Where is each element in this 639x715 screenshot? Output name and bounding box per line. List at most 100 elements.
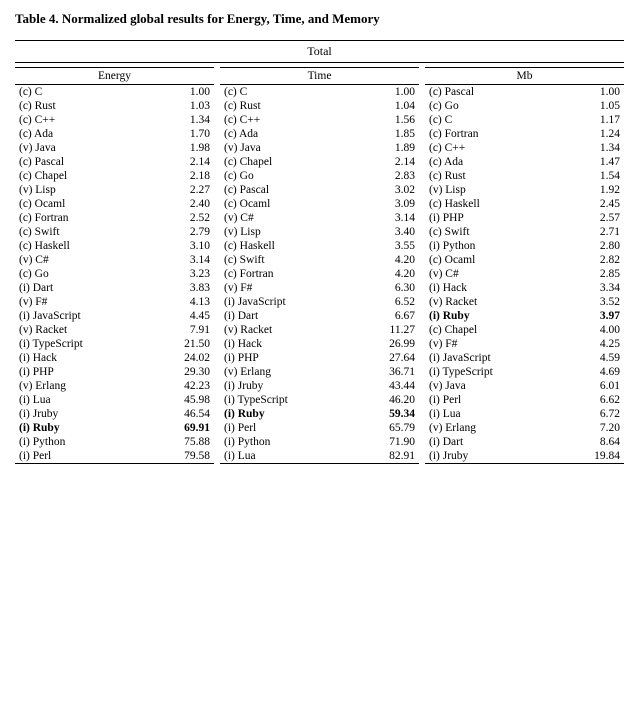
lang-cell: (c) Haskell <box>15 239 150 253</box>
lang-cell: (v) Erlang <box>15 379 150 393</box>
table-row: (v) Racket3.52 <box>425 295 624 309</box>
value-cell: 1.92 <box>560 183 624 197</box>
table-row: (c) Swift2.79 <box>15 225 214 239</box>
value-cell: 3.14 <box>150 253 214 267</box>
table-row: (i) Jruby19.84 <box>425 449 624 464</box>
lang-cell: (i) Ruby <box>220 407 355 421</box>
table-row: (i) TypeScript46.20 <box>220 393 419 407</box>
value-cell: 71.90 <box>355 435 419 449</box>
energy-table: Energy (c) C1.00(c) Rust1.03(c) C++1.34(… <box>15 67 214 464</box>
lang-cell: (v) Racket <box>220 323 355 337</box>
value-cell: 6.01 <box>560 379 624 393</box>
value-cell: 45.98 <box>150 393 214 407</box>
table-row: (c) Ada1.47 <box>425 155 624 169</box>
table-row: (i) JavaScript6.52 <box>220 295 419 309</box>
value-cell: 1.54 <box>560 169 624 183</box>
value-cell: 4.69 <box>560 365 624 379</box>
time-col-header: Time <box>220 68 419 85</box>
table-row: (i) Perl65.79 <box>220 421 419 435</box>
lang-cell: (c) Fortran <box>425 127 560 141</box>
lang-cell: (i) Lua <box>220 449 355 464</box>
lang-cell: (c) C++ <box>220 113 355 127</box>
value-cell: 1.34 <box>560 141 624 155</box>
lang-cell: (c) Ada <box>425 155 560 169</box>
lang-cell: (v) Lisp <box>220 225 355 239</box>
value-cell: 1.00 <box>560 85 624 100</box>
table-row: (i) Ruby59.34 <box>220 407 419 421</box>
lang-cell: (c) Go <box>15 267 150 281</box>
page-title: Table 4. Normalized global results for E… <box>15 10 624 28</box>
value-cell: 3.40 <box>355 225 419 239</box>
table-row: (i) JavaScript4.59 <box>425 351 624 365</box>
value-cell: 3.34 <box>560 281 624 295</box>
lang-cell: (i) Jruby <box>425 449 560 464</box>
table-row: (i) Python75.88 <box>15 435 214 449</box>
value-cell: 24.02 <box>150 351 214 365</box>
value-cell: 3.14 <box>355 211 419 225</box>
value-cell: 21.50 <box>150 337 214 351</box>
lang-cell: (c) Ada <box>15 127 150 141</box>
table-row: (v) Erlang36.71 <box>220 365 419 379</box>
table-row: (c) Go3.23 <box>15 267 214 281</box>
lang-cell: (i) Hack <box>15 351 150 365</box>
table-row: (v) C#3.14 <box>220 211 419 225</box>
table-row: (i) PHP27.64 <box>220 351 419 365</box>
table-row: (c) Haskell3.55 <box>220 239 419 253</box>
table-row: (c) Ocaml2.82 <box>425 253 624 267</box>
table-row: (c) Go2.83 <box>220 169 419 183</box>
lang-cell: (i) Dart <box>425 435 560 449</box>
table-row: (c) Swift2.71 <box>425 225 624 239</box>
table-row: (i) Dart3.83 <box>15 281 214 295</box>
value-cell: 3.23 <box>150 267 214 281</box>
value-cell: 27.64 <box>355 351 419 365</box>
lang-cell: (v) C# <box>220 211 355 225</box>
lang-cell: (v) Java <box>220 141 355 155</box>
value-cell: 1.56 <box>355 113 419 127</box>
energy-col-header: Energy <box>15 68 214 85</box>
table-row: (i) Lua82.91 <box>220 449 419 464</box>
time-table: Time (c) C1.00(c) Rust1.04(c) C++1.56(c)… <box>220 67 419 464</box>
table-row: (v) Racket11.27 <box>220 323 419 337</box>
table-row: (v) C#2.85 <box>425 267 624 281</box>
value-cell: 82.91 <box>355 449 419 464</box>
table-row: (c) Fortran4.20 <box>220 267 419 281</box>
table-row: (c) Pascal1.00 <box>425 85 624 100</box>
value-cell: 2.71 <box>560 225 624 239</box>
table-row: (i) TypeScript21.50 <box>15 337 214 351</box>
lang-cell: (c) Ada <box>220 127 355 141</box>
lang-cell: (i) JavaScript <box>15 309 150 323</box>
value-cell: 2.85 <box>560 267 624 281</box>
value-cell: 1.05 <box>560 99 624 113</box>
lang-cell: (i) TypeScript <box>425 365 560 379</box>
table-row: (i) Python2.80 <box>425 239 624 253</box>
table-row: (i) Ruby3.97 <box>425 309 624 323</box>
table-row: (c) Haskell2.45 <box>425 197 624 211</box>
value-cell: 26.99 <box>355 337 419 351</box>
value-cell: 19.84 <box>560 449 624 464</box>
lang-cell: (i) Python <box>15 435 150 449</box>
lang-cell: (c) Swift <box>15 225 150 239</box>
table-row: (c) Haskell3.10 <box>15 239 214 253</box>
lang-cell: (v) F# <box>15 295 150 309</box>
value-cell: 11.27 <box>355 323 419 337</box>
value-cell: 3.83 <box>150 281 214 295</box>
value-cell: 46.54 <box>150 407 214 421</box>
lang-cell: (c) Chapel <box>220 155 355 169</box>
lang-cell: (c) Chapel <box>15 169 150 183</box>
value-cell: 65.79 <box>355 421 419 435</box>
lang-cell: (v) C# <box>15 253 150 267</box>
lang-cell: (c) Haskell <box>220 239 355 253</box>
lang-cell: (i) Perl <box>425 393 560 407</box>
table-row: (i) PHP29.30 <box>15 365 214 379</box>
value-cell: 7.91 <box>150 323 214 337</box>
lang-cell: (i) Ruby <box>425 309 560 323</box>
table-row: (v) Lisp1.92 <box>425 183 624 197</box>
table-row: (c) Fortran1.24 <box>425 127 624 141</box>
value-cell: 1.24 <box>560 127 624 141</box>
lang-cell: (c) Go <box>425 99 560 113</box>
table-row: (v) Racket7.91 <box>15 323 214 337</box>
lang-cell: (v) Lisp <box>425 183 560 197</box>
table-row: (c) Ada1.70 <box>15 127 214 141</box>
lang-cell: (i) Hack <box>220 337 355 351</box>
lang-cell: (c) Rust <box>425 169 560 183</box>
